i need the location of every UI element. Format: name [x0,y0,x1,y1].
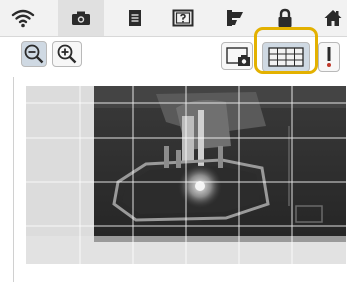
help-frame-icon [172,9,194,27]
camera-view-button[interactable] [221,42,253,70]
camera-view-icon [226,47,250,66]
tab-thread-spool[interactable] [212,0,258,36]
home-icon [324,10,342,26]
thread-spool-icon [227,10,243,26]
tab-wifi[interactable] [0,0,46,36]
zoom-in-button[interactable] [52,41,82,67]
tab-camera[interactable] [58,0,104,36]
camera-icon [72,11,90,25]
needle-position-button[interactable] [318,42,340,72]
camera-image [26,86,346,264]
zoom-out-icon [24,44,44,64]
grid-button-highlight [254,27,318,74]
lock-icon [278,8,292,27]
wifi-icon [11,9,35,28]
zoom-in-icon [57,44,77,64]
tab-document[interactable] [112,0,158,36]
camera-view [26,86,346,264]
document-icon [129,10,141,26]
needle-position-icon [327,47,331,67]
zoom-out-button[interactable] [21,41,47,67]
tab-help-frame[interactable] [160,0,206,36]
left-divider [13,77,14,282]
